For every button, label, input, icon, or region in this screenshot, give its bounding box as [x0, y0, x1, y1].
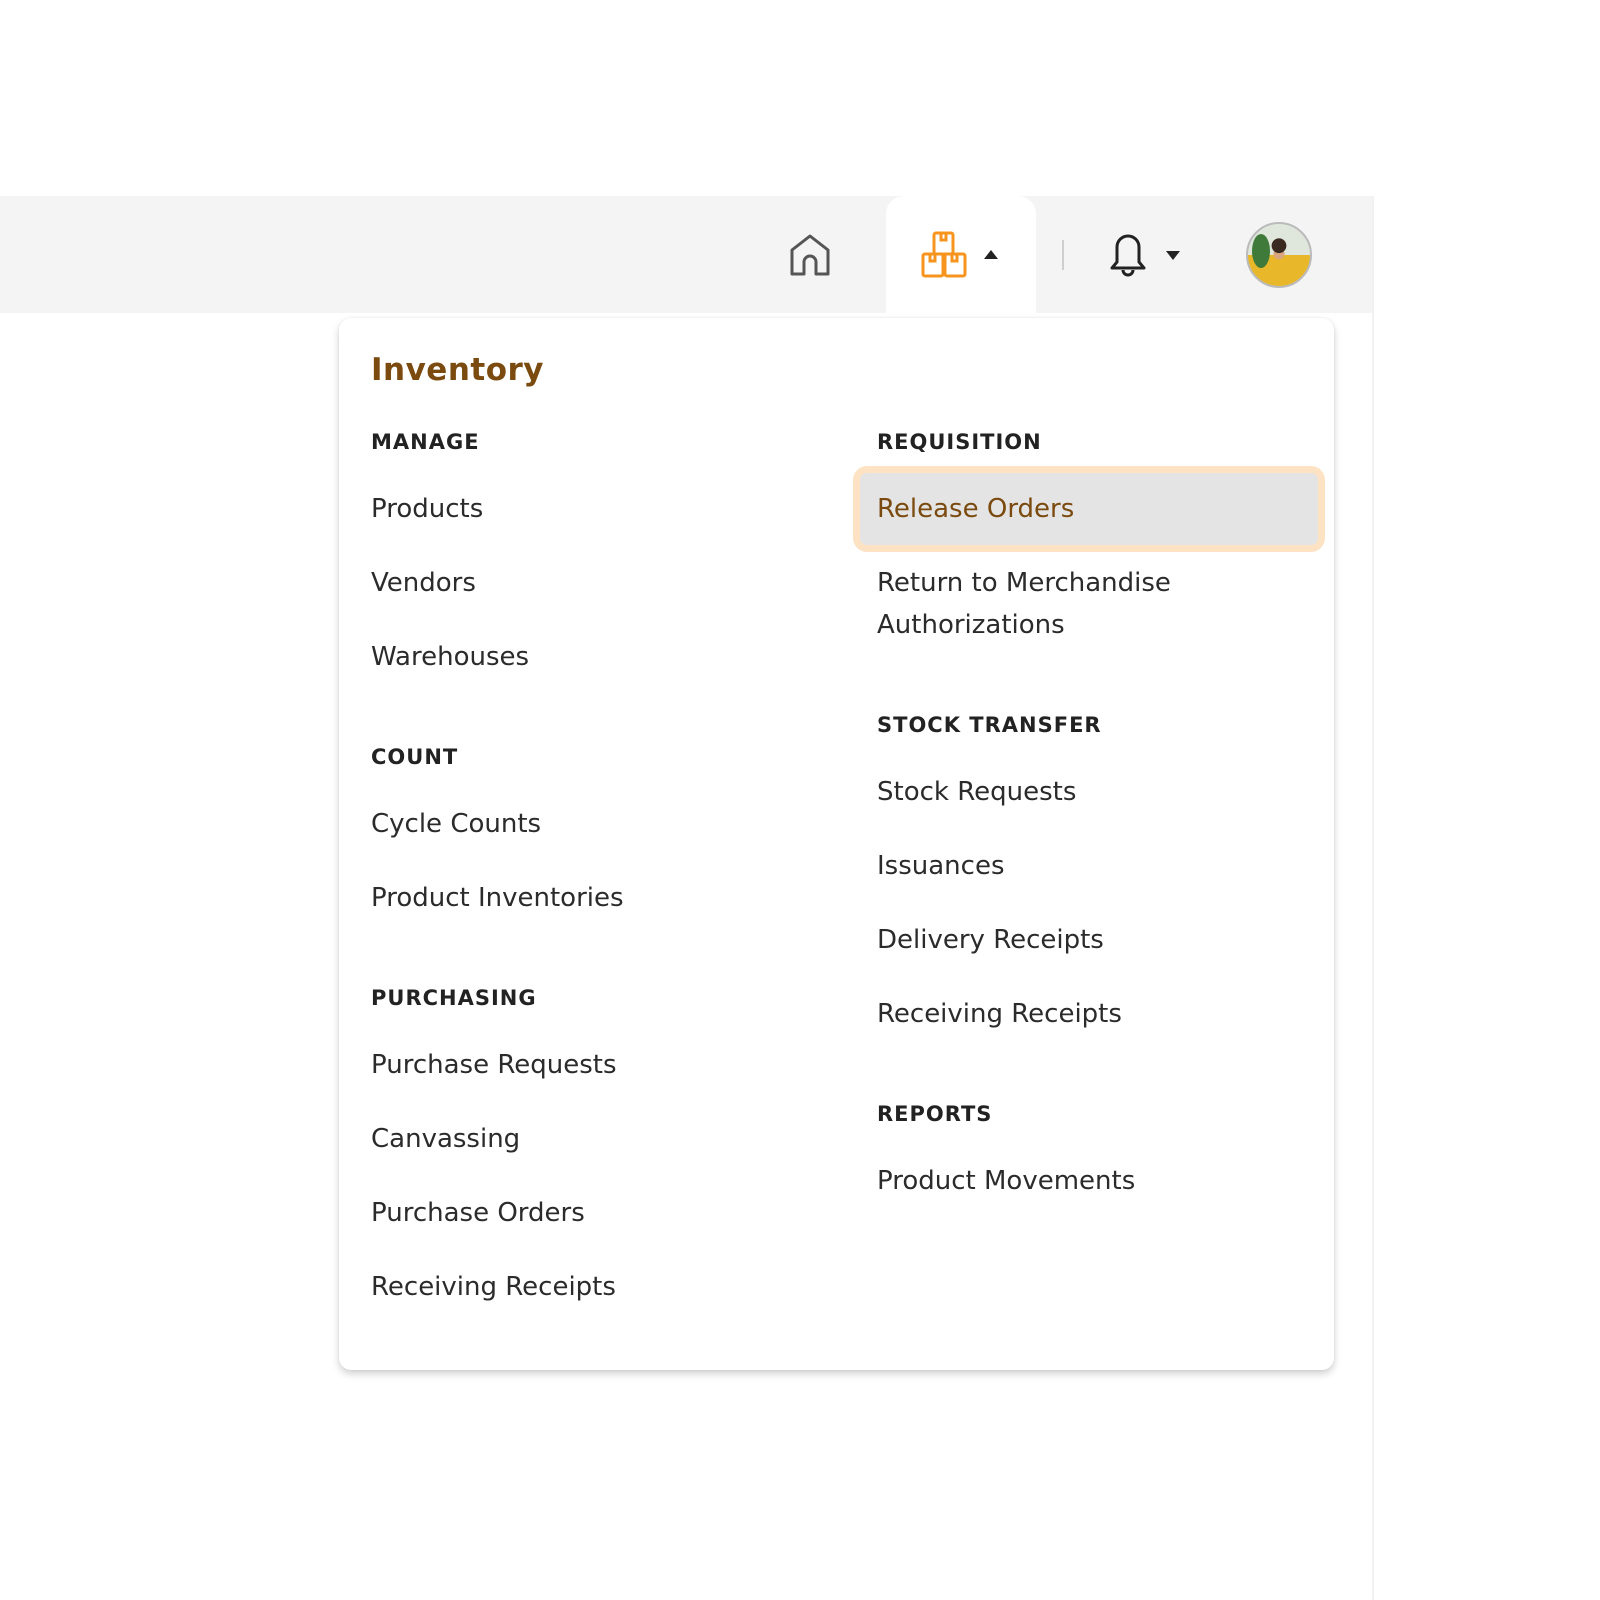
menu-item-stock-requests[interactable]: Stock Requests	[877, 771, 1076, 813]
menu-item-canvassing[interactable]: Canvassing	[371, 1118, 520, 1160]
inventory-dropdown-menu: Inventory MANAGE Products Vendors Wareho…	[339, 318, 1334, 1370]
menu-title: Inventory	[371, 352, 545, 388]
divider	[1372, 196, 1374, 1600]
menu-item-purchase-orders[interactable]: Purchase Orders	[371, 1192, 585, 1234]
section-manage: MANAGE	[371, 430, 480, 454]
bell-icon[interactable]	[1106, 232, 1150, 278]
section-count: COUNT	[371, 745, 459, 769]
menu-item-product-movements[interactable]: Product Movements	[877, 1160, 1135, 1202]
section-stock-transfer: STOCK TRANSFER	[877, 713, 1102, 737]
inventory-boxes-icon[interactable]	[920, 230, 968, 280]
menu-item-rma[interactable]: Return to Merchandise Authorizations	[877, 562, 1197, 646]
menu-item-receiving-receipts[interactable]: Receiving Receipts	[371, 1266, 616, 1308]
menu-item-warehouses[interactable]: Warehouses	[371, 636, 529, 678]
caret-up-icon[interactable]	[984, 250, 998, 259]
menu-item-vendors[interactable]: Vendors	[371, 562, 476, 604]
section-purchasing: PURCHASING	[371, 986, 537, 1010]
menu-item-product-inventories[interactable]: Product Inventories	[371, 877, 624, 919]
divider	[1062, 240, 1064, 270]
menu-item-receiving-receipts-transfer[interactable]: Receiving Receipts	[877, 993, 1122, 1035]
user-avatar[interactable]	[1246, 222, 1312, 288]
section-requisition: REQUISITION	[877, 430, 1042, 454]
section-reports: REPORTS	[877, 1102, 993, 1126]
menu-item-release-orders[interactable]: Release Orders	[853, 466, 1325, 552]
menu-item-purchase-requests[interactable]: Purchase Requests	[371, 1044, 617, 1086]
home-icon[interactable]	[788, 232, 832, 278]
menu-item-issuances[interactable]: Issuances	[877, 845, 1005, 887]
menu-item-products[interactable]: Products	[371, 488, 483, 530]
menu-item-cycle-counts[interactable]: Cycle Counts	[371, 803, 541, 845]
menu-item-delivery-receipts[interactable]: Delivery Receipts	[877, 919, 1104, 961]
menu-item-label: Release Orders	[877, 494, 1075, 524]
caret-down-icon[interactable]	[1166, 251, 1180, 260]
